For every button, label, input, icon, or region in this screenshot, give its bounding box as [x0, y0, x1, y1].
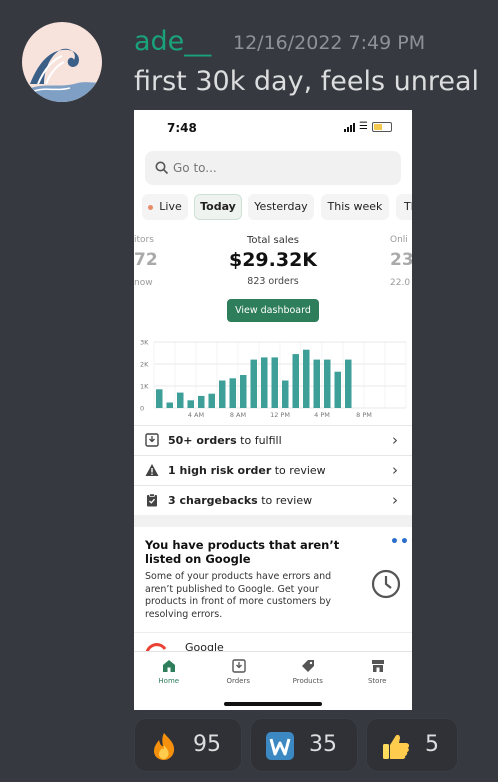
bottom-tab-bar: Home Orders Products Store	[134, 651, 412, 710]
x-tick-label: 4 AM	[188, 411, 204, 419]
reaction-w-count: 35	[309, 732, 337, 757]
chevron-right-icon: ›	[392, 461, 398, 479]
warning-icon	[145, 464, 159, 476]
home-icon	[163, 660, 175, 672]
x-tick-label: 8 PM	[356, 411, 372, 419]
orders-count: 823 orders	[247, 276, 299, 287]
task-orders-to-fulfill[interactable]: 50+ orders to fulfill ›	[134, 425, 412, 456]
bar-14	[302, 349, 310, 408]
store-icon	[371, 660, 384, 672]
bar-17	[334, 371, 342, 408]
more-options-icon[interactable]: •••	[390, 534, 412, 550]
wave-artwork-icon	[26, 48, 100, 102]
reaction-fire[interactable]: 95	[134, 718, 242, 772]
y-tick-label: 1K	[140, 383, 149, 391]
bar-11	[271, 357, 279, 408]
total-sales-label: Total sales	[246, 235, 299, 246]
chip-yesterday[interactable]: Yesterday	[248, 194, 314, 220]
w-letter-emoji-icon	[266, 732, 294, 760]
bar-3	[187, 400, 195, 408]
y-tick-label: 0	[140, 405, 144, 413]
y-tick-label: 2K	[140, 361, 149, 369]
reaction-thumbs-up[interactable]: 5	[366, 718, 458, 772]
bar-5	[208, 393, 216, 408]
home-indicator	[224, 702, 322, 706]
bar-12	[281, 380, 289, 408]
live-dot-icon	[148, 204, 154, 210]
search-placeholder: Go to...	[173, 161, 217, 175]
total-sales-value: $29.32K	[228, 249, 318, 271]
bar-2	[176, 392, 184, 408]
reactions-row: 95 35 5	[134, 716, 474, 772]
chip-live[interactable]: Live	[142, 194, 188, 220]
wifi-icon: ☰	[359, 121, 368, 132]
bar-13	[292, 354, 300, 408]
google-card-body: Some of your products have errors and ar…	[145, 571, 332, 620]
chevron-right-icon: ›	[392, 491, 398, 509]
reaction-thumbs-up-count: 5	[425, 732, 439, 757]
chevron-right-icon: ›	[392, 431, 398, 449]
author-name[interactable]: ade__	[134, 26, 211, 57]
chip-partial[interactable]: Th	[396, 194, 412, 220]
user-avatar[interactable]	[22, 22, 102, 102]
inbox-icon	[145, 433, 159, 447]
sales-bar-chart: 3K 2K 1K 0 4 AM 8 AM 12 PM 4 PM 8 PM	[140, 339, 407, 419]
chip-this-week[interactable]: This week	[321, 194, 389, 220]
battery-icon	[372, 122, 392, 132]
attached-screenshot[interactable]: 7:48 ☰ Go to... Live Today Yesterday Thi…	[134, 110, 412, 710]
message-text: first 30k day, feels unreal	[134, 66, 480, 97]
x-tick-label: 12 PM	[270, 411, 290, 419]
tab-products[interactable]: Products	[273, 652, 343, 697]
section-divider	[134, 515, 412, 527]
status-time: 7:48	[167, 121, 197, 135]
fire-emoji-icon	[154, 733, 175, 760]
task-high-risk-order[interactable]: 1 high risk order to review ›	[134, 455, 412, 486]
bar-0	[155, 389, 163, 408]
bar-16	[323, 359, 331, 408]
message-timestamp: 12/16/2022 7:49 PM	[233, 32, 426, 54]
tab-orders[interactable]: Orders	[204, 652, 274, 697]
bar-18	[344, 359, 352, 408]
view-dashboard-button[interactable]: View dashboard	[227, 299, 319, 322]
reaction-w[interactable]: 35	[250, 718, 358, 772]
signal-icon	[344, 122, 356, 132]
orders-icon	[231, 659, 246, 673]
metrics-carousel[interactable]: itors 72 now Total sales $29.32K 823 ord…	[134, 232, 412, 294]
bar-10	[260, 357, 268, 408]
metric-right-label: Onli	[390, 235, 408, 245]
bar-6	[218, 380, 226, 408]
bar-15	[313, 359, 321, 408]
clipboard-icon	[147, 493, 157, 507]
date-filter-chips: Live Today Yesterday This week Th	[134, 194, 412, 222]
task-chargebacks[interactable]: 3 chargebacks to review ›	[134, 485, 412, 517]
clock-icon	[371, 569, 401, 599]
reaction-fire-count: 95	[193, 732, 221, 757]
thumbs-up-emoji-icon	[383, 734, 410, 759]
bar-9	[250, 359, 258, 408]
tab-store[interactable]: Store	[343, 652, 413, 697]
tag-icon	[302, 660, 314, 672]
x-tick-label: 8 AM	[230, 411, 246, 419]
phone-status-bar: 7:48 ☰	[134, 110, 412, 146]
bar-1	[166, 402, 174, 408]
y-tick-label: 3K	[140, 339, 149, 347]
metric-right-sub: 22.0	[390, 278, 411, 288]
tab-home[interactable]: Home	[134, 652, 204, 697]
google-card-title: You have products that aren’t listed on …	[145, 538, 340, 566]
bar-4	[197, 395, 205, 408]
bar-7	[229, 378, 237, 408]
search-bar[interactable]: Go to...	[145, 151, 401, 185]
chip-today[interactable]: Today	[194, 194, 242, 220]
metric-right-value: 23	[390, 250, 412, 270]
x-tick-label: 4 PM	[314, 411, 330, 419]
bar-8	[239, 375, 247, 408]
search-icon	[155, 161, 169, 175]
